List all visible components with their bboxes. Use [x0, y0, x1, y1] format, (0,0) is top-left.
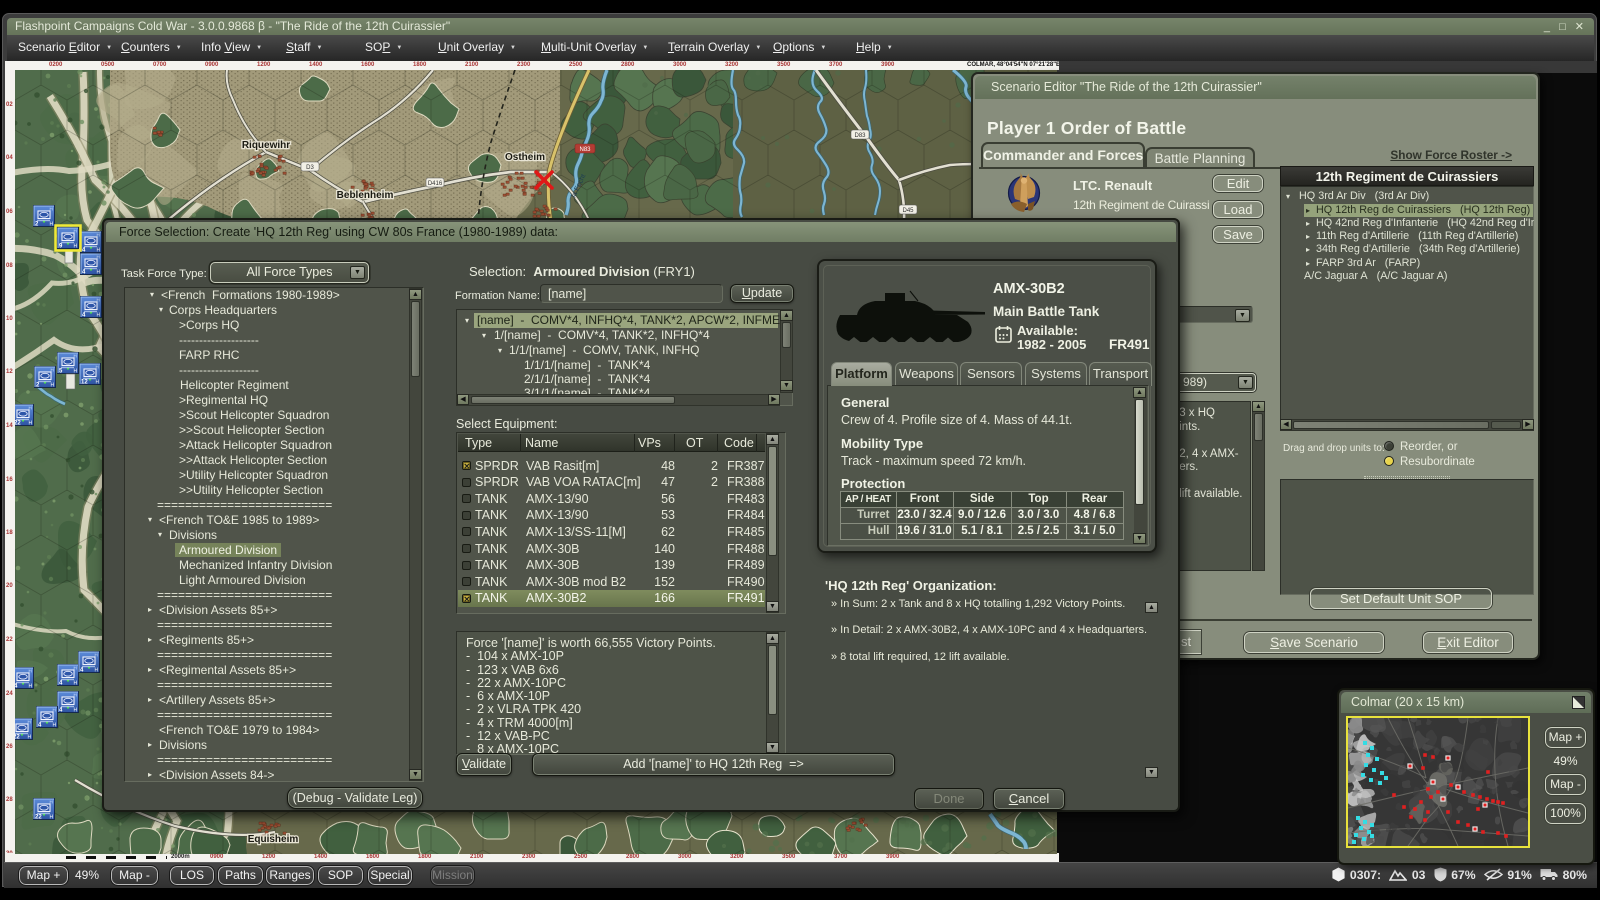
svg-text:H: H: [51, 383, 55, 389]
svg-text:N83: N83: [579, 147, 591, 153]
svg-text:D83: D83: [854, 133, 866, 139]
svg-text:H: H: [96, 365, 99, 370]
svg-text:H: H: [50, 222, 54, 228]
svg-text:H: H: [74, 666, 77, 671]
svg-text:H: H: [96, 380, 100, 386]
svg-text:H: H: [53, 723, 57, 729]
svg-text:Equisheim: Equisheim: [248, 834, 299, 845]
svg-text:H: H: [50, 800, 53, 805]
svg-text:H: H: [97, 298, 100, 303]
svg-text:12: 12: [81, 380, 88, 386]
svg-text:Beblenheim: Beblenheim: [337, 190, 394, 201]
svg-text:H: H: [97, 270, 101, 276]
svg-text:H: H: [74, 693, 77, 698]
svg-text:22: 22: [15, 735, 20, 741]
svg-text:H: H: [51, 368, 54, 373]
svg-text:H: H: [74, 708, 78, 714]
svg-text:H: H: [29, 421, 33, 427]
svg-text:H: H: [97, 313, 101, 319]
svg-text:H: H: [97, 233, 100, 238]
svg-text:Riquewihr: Riquewihr: [242, 140, 290, 151]
svg-text:H: H: [53, 708, 56, 713]
svg-text:H: H: [29, 669, 32, 674]
svg-text:H: H: [50, 207, 53, 212]
svg-text:H: H: [97, 255, 100, 260]
svg-text:H: H: [28, 720, 31, 725]
svg-text:Ostheim: Ostheim: [505, 152, 545, 163]
svg-text:H: H: [74, 369, 78, 375]
svg-text:D416: D416: [428, 181, 443, 187]
svg-text:H: H: [50, 815, 54, 821]
svg-text:H: H: [28, 735, 32, 741]
svg-text:D3: D3: [306, 165, 314, 171]
svg-text:H: H: [74, 244, 78, 250]
svg-text:22: 22: [35, 815, 42, 821]
svg-text:H: H: [97, 248, 101, 254]
svg-text:H: H: [95, 668, 99, 674]
svg-text:H: H: [29, 406, 32, 411]
svg-text:H: H: [95, 653, 98, 658]
svg-text:D45: D45: [902, 208, 914, 214]
svg-text:22: 22: [15, 421, 21, 427]
svg-text:H: H: [74, 681, 78, 687]
svg-text:H: H: [74, 229, 77, 234]
svg-text:H: H: [29, 684, 33, 690]
svg-text:H: H: [74, 354, 77, 359]
